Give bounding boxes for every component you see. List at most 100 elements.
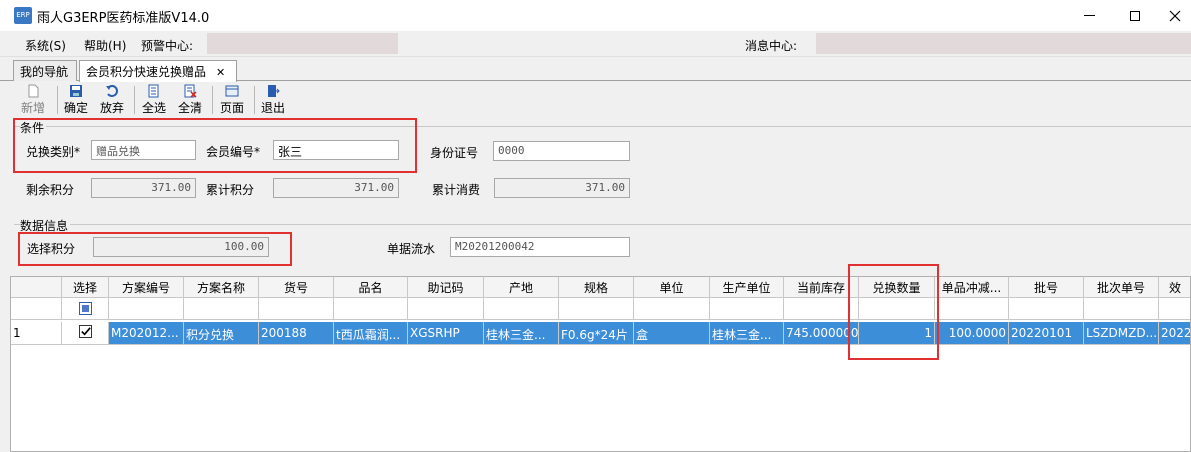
grid-filter-cell[interactable]: [259, 298, 334, 320]
row-index[interactable]: 1: [11, 322, 62, 345]
grid-header-scheme-no[interactable]: 方案编号: [109, 277, 184, 298]
tab-close-icon[interactable]: ✕: [216, 66, 225, 79]
clear-all-label: 全清: [177, 101, 202, 115]
grid-filter-cell[interactable]: [935, 298, 1009, 320]
grid-header-deduction[interactable]: 单品冲减...: [935, 277, 1009, 298]
cell-item-no[interactable]: 200188: [259, 322, 334, 345]
tab-member-points-exchange[interactable]: 会员积分快速兑换赠品 ✕: [79, 60, 237, 82]
exit-button[interactable]: 退出: [256, 84, 290, 116]
app-logo-icon: ERP: [14, 7, 32, 24]
grid-filter-cell[interactable]: [710, 298, 784, 320]
tab-label: 会员积分快速兑换赠品: [86, 65, 207, 79]
row-checkbox[interactable]: [78, 325, 92, 338]
alert-center-field[interactable]: [207, 33, 398, 54]
grid-filter-select[interactable]: [62, 298, 109, 320]
close-icon: [1169, 10, 1180, 21]
cell-deduction[interactable]: 100.0000: [935, 322, 1009, 345]
grid-header-unit[interactable]: 单位: [634, 277, 710, 298]
page-icon: [225, 85, 239, 97]
abandon-button[interactable]: 放弃: [95, 84, 129, 116]
grid-header-select[interactable]: 选择: [62, 277, 109, 298]
checkmark-icon: [80, 327, 91, 336]
grid-header-product-name[interactable]: 品名: [334, 277, 408, 298]
total-spend-field: 371.00: [494, 178, 630, 198]
grid-filter-cell[interactable]: [109, 298, 184, 320]
close-button[interactable]: [1158, 0, 1191, 31]
maximize-button[interactable]: [1112, 0, 1158, 31]
grid-header-batch-order-no[interactable]: 批次单号: [1084, 277, 1159, 298]
cell-spec[interactable]: F0.6g*24片: [559, 322, 634, 345]
cell-origin[interactable]: 桂林三金...: [484, 322, 559, 345]
grid-filter-cell[interactable]: [1159, 298, 1190, 320]
tab-label: 我的导航: [20, 65, 69, 79]
row-select-cell[interactable]: [62, 322, 109, 345]
grid-filter-cell[interactable]: [184, 298, 259, 320]
cell-expiry[interactable]: 2022: [1159, 322, 1190, 345]
voucher-flow-field[interactable]: M20201200042: [450, 237, 630, 257]
minimize-button[interactable]: [1066, 0, 1112, 31]
voucher-flow-label: 单据流水: [387, 242, 436, 256]
menu-system[interactable]: 系统(S): [25, 37, 66, 54]
new-label: 新增: [20, 101, 45, 115]
grid-header-expiry[interactable]: 效: [1159, 277, 1190, 298]
grid-filter-cell[interactable]: [1009, 298, 1084, 320]
tab-strip: 我的导航 会员积分快速兑换赠品 ✕: [0, 57, 1191, 82]
new-button[interactable]: 新增: [16, 84, 50, 116]
menu-bar: 系统(S) 帮助(H) 预警中心: 消息中心:: [0, 31, 1191, 57]
grid-filter-cell[interactable]: [1084, 298, 1159, 320]
confirm-button[interactable]: 确定: [59, 84, 93, 116]
cell-batch-no[interactable]: 20220101: [1009, 322, 1084, 345]
page-label: 页面: [219, 101, 244, 115]
selected-points-highlight-box: [18, 232, 292, 266]
grid-filter-cell[interactable]: [484, 298, 559, 320]
grid-header-spec[interactable]: 规格: [559, 277, 634, 298]
id-number-field[interactable]: 0000: [493, 141, 630, 161]
save-icon: [70, 85, 82, 97]
cell-unit[interactable]: 盒: [634, 322, 710, 345]
grid-header-origin[interactable]: 产地: [484, 277, 559, 298]
minimize-icon: [1083, 15, 1095, 16]
cell-batch-order-no[interactable]: LSZDMZD...: [1084, 322, 1159, 345]
grid-header-scheme-name[interactable]: 方案名称: [184, 277, 259, 298]
toolbar-separator: [134, 86, 135, 114]
conditions-highlight-box: [13, 118, 417, 173]
select-all-label: 全选: [141, 101, 166, 115]
grid-header-item-no[interactable]: 货号: [259, 277, 334, 298]
grid-header-manufacturer[interactable]: 生产单位: [710, 277, 784, 298]
menu-help[interactable]: 帮助(H): [84, 37, 126, 54]
id-number-label: 身份证号: [430, 146, 479, 160]
cell-scheme-name[interactable]: 积分兑换: [184, 322, 259, 345]
clear-all-button[interactable]: 全清: [173, 84, 207, 116]
toolbar-separator: [254, 86, 255, 114]
exchange-qty-highlight-box: [848, 264, 939, 360]
undo-icon: [106, 85, 118, 97]
select-all-button[interactable]: 全选: [137, 84, 171, 116]
grid-header-batch-no[interactable]: 批号: [1009, 277, 1084, 298]
grid-filter-cell[interactable]: [634, 298, 710, 320]
grid-filter-cell[interactable]: [334, 298, 408, 320]
new-document-icon: [28, 84, 39, 98]
clear-all-icon: [184, 84, 197, 98]
select-all-icon: [148, 84, 159, 98]
message-center-label: 消息中心:: [745, 39, 798, 53]
cell-scheme-no[interactable]: M202012...: [109, 322, 184, 345]
grid-filter-cell[interactable]: [408, 298, 484, 320]
toolbar-separator: [212, 86, 213, 114]
toolbar: 新增 确定 放弃 全选 全清 页面 退出: [0, 82, 1191, 118]
cell-product-name[interactable]: t西瓜霜润...: [334, 322, 408, 345]
alert-center-label: 预警中心:: [141, 39, 194, 53]
grid-filter-cell[interactable]: [559, 298, 634, 320]
total-points-label: 累计积分: [206, 183, 255, 197]
grid-header-index: [11, 277, 62, 298]
tab-my-navigation[interactable]: 我的导航: [13, 60, 77, 81]
total-spend-label: 累计消费: [432, 183, 481, 197]
message-center-field[interactable]: [816, 33, 1191, 54]
cell-manufacturer[interactable]: 桂林三金...: [710, 322, 784, 345]
products-grid: 选择 方案编号 方案名称 货号 品名 助记码 产地 规格 单位 生产单位 当前库…: [10, 276, 1191, 452]
maximize-icon: [1130, 10, 1140, 21]
grid-header-mnemonic[interactable]: 助记码: [408, 277, 484, 298]
cell-mnemonic[interactable]: XGSRHP: [408, 322, 484, 345]
total-points-field: 371.00: [273, 178, 399, 198]
page-button[interactable]: 页面: [215, 84, 249, 116]
select-all-checkbox[interactable]: [78, 302, 92, 315]
